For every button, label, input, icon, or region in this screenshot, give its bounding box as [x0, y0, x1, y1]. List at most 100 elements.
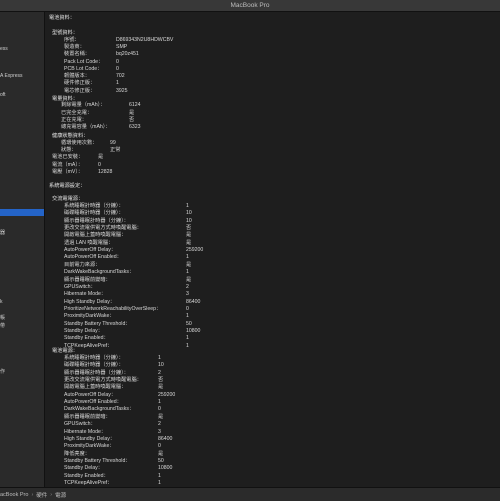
setting-label: Hibernate Mode：	[64, 291, 107, 298]
setting-label: 開啟電腦上蓋時喚醒電腦：	[64, 384, 127, 391]
detail-pane: 電池資料： 型號資料： 序號： D869343N2U8HDWCBV 製造商： SMP…	[45, 12, 500, 487]
setting-label: AutoPowerOff Enabled：	[64, 399, 122, 406]
path-item[interactable]: 電源	[55, 491, 66, 499]
subsection-heading: 型號資料：	[52, 30, 78, 36]
setting-value: 259200	[158, 391, 176, 398]
setting-value: 是	[158, 413, 164, 420]
setting-label: Hibernate Mode：	[64, 428, 107, 435]
setting-value: 1	[186, 342, 189, 349]
setting-label: Standby Battery Threshold：	[64, 320, 131, 327]
path-item[interactable]: acBook Pro	[0, 492, 28, 498]
setting-label: Standby Delay：	[64, 465, 103, 472]
setting-value: 10800	[186, 327, 201, 334]
setting-label: ProximityDarkWake：	[64, 443, 115, 450]
setting-label: GPUSwitch：	[64, 421, 96, 428]
setting-value: 1	[158, 355, 161, 361]
subsection-heading: 交流電電源：	[52, 196, 84, 202]
setting-label: AutoPowerOff Delay：	[64, 247, 117, 254]
setting-label: AutoPowerOff Delay：	[64, 391, 117, 398]
sidebar: ess A Express oft 器 k 帳 帶 作	[0, 12, 45, 487]
sidebar-item[interactable]: oft	[0, 92, 6, 99]
setting-value: 3	[158, 428, 161, 435]
setting-label: 系統睡眠計時器（分鐘）：	[64, 355, 124, 361]
setting-value: 86400	[158, 435, 173, 442]
setting-label: PrioritizeNetworkReachabilityOverSleep：	[64, 305, 162, 312]
setting-label: 磁碟睡眠計時器（分鐘）：	[64, 210, 124, 217]
setting-value: 2	[158, 369, 161, 376]
path-separator: ›	[50, 491, 53, 498]
setting-label: Standby Battery Threshold：	[64, 457, 131, 464]
setting-label: 顯示器睡眠前變暗：	[64, 276, 111, 283]
setting-value: 是	[186, 261, 192, 268]
subsection-heading: 電池電源：	[52, 348, 78, 354]
sidebar-item[interactable]: 器	[0, 230, 5, 237]
setting-value: 3	[186, 291, 189, 298]
section-heading: 電池資料：	[49, 15, 75, 21]
setting-label: DarkWakeBackgroundTasks：	[64, 269, 135, 276]
window-title: MacBook Pro	[230, 2, 270, 9]
setting-label: 顯示器睡眠計時器（分鐘）：	[64, 369, 129, 376]
setting-value: 10	[158, 362, 164, 369]
setting-label: 顯示器睡眠計時器（分鐘）：	[64, 217, 129, 224]
setting-label: ProximityDarkWake：	[64, 313, 115, 320]
section-heading: 系統電源設定：	[49, 183, 86, 189]
setting-value: 1	[186, 269, 189, 276]
setting-label: 開啟電腦上蓋時喚醒電腦：	[64, 232, 127, 239]
setting-value: 1	[186, 254, 189, 261]
setting-value: 否	[186, 225, 192, 232]
setting-label: GPUSwitch：	[64, 283, 96, 290]
setting-value: 2	[158, 421, 161, 428]
path-separator: ›	[31, 491, 34, 498]
setting-label: DarkWakeBackgroundTasks：	[64, 406, 135, 413]
setting-value: 是	[158, 384, 164, 391]
setting-label: 降低亮度：	[64, 450, 90, 457]
setting-label: High Standby Delay：	[64, 435, 116, 442]
setting-label: Standby Enabled：	[64, 472, 109, 479]
setting-value: 是	[158, 450, 164, 457]
setting-value: 10	[186, 210, 192, 217]
setting-label: 顯示器睡眠前變暗：	[64, 413, 111, 420]
sidebar-item[interactable]: ess	[0, 46, 8, 53]
setting-value: 1	[158, 479, 161, 486]
sidebar-item[interactable]: 作	[0, 369, 5, 376]
setting-value: 2	[186, 283, 189, 290]
sidebar-item[interactable]: A Express	[0, 73, 23, 80]
sidebar-item-power[interactable]	[0, 209, 44, 216]
setting-value: 50	[158, 457, 164, 464]
setting-value: 1	[186, 335, 189, 342]
setting-value: 0	[158, 443, 161, 450]
setting-label: 磁碟睡眠計時器（分鐘）：	[64, 362, 124, 369]
setting-label: 系統睡眠計時器（分鐘）：	[64, 203, 124, 209]
path-item[interactable]: 硬件	[36, 491, 47, 499]
setting-value: 是	[186, 276, 192, 283]
setting-label: Standby Delay：	[64, 327, 103, 334]
setting-value: 是	[186, 239, 192, 246]
window-titlebar: MacBook Pro	[0, 0, 500, 12]
setting-value: 50	[186, 320, 192, 327]
setting-label: Standby Enabled：	[64, 335, 109, 342]
setting-value: 1	[158, 472, 161, 479]
setting-value: 259200	[186, 247, 204, 254]
setting-value: 1	[186, 203, 189, 209]
setting-label: AutoPowerOff Enabled：	[64, 254, 122, 261]
setting-value: 0	[158, 406, 161, 413]
setting-value: 10	[186, 217, 192, 224]
subsection-heading: 健康狀態資料：	[52, 133, 89, 139]
setting-value: 86400	[186, 298, 201, 305]
sidebar-item[interactable]: k	[0, 299, 3, 306]
setting-value: 10800	[158, 465, 173, 472]
setting-value: 1	[186, 313, 189, 320]
sidebar-item[interactable]: 帶	[0, 323, 5, 330]
setting-label: 更改交流電供電方式時喚醒電腦：	[64, 225, 142, 232]
setting-value: 否	[158, 377, 164, 384]
setting-value: 1	[158, 399, 161, 406]
setting-label: 目前電力來源：	[64, 261, 101, 268]
sidebar-item[interactable]: 帳	[0, 315, 5, 322]
setting-value: 0	[186, 305, 189, 312]
path-bar: acBook Pro › 硬件 › 電源	[0, 487, 500, 501]
setting-value: 是	[186, 232, 192, 239]
setting-label: TCPKeepAlivePref：	[64, 479, 113, 486]
setting-label: 透過 LAN 喚醒電腦：	[64, 239, 114, 246]
setting-label: High Standby Delay：	[64, 298, 116, 305]
setting-label: 更改交流電供電方式時喚醒電腦：	[64, 377, 142, 384]
